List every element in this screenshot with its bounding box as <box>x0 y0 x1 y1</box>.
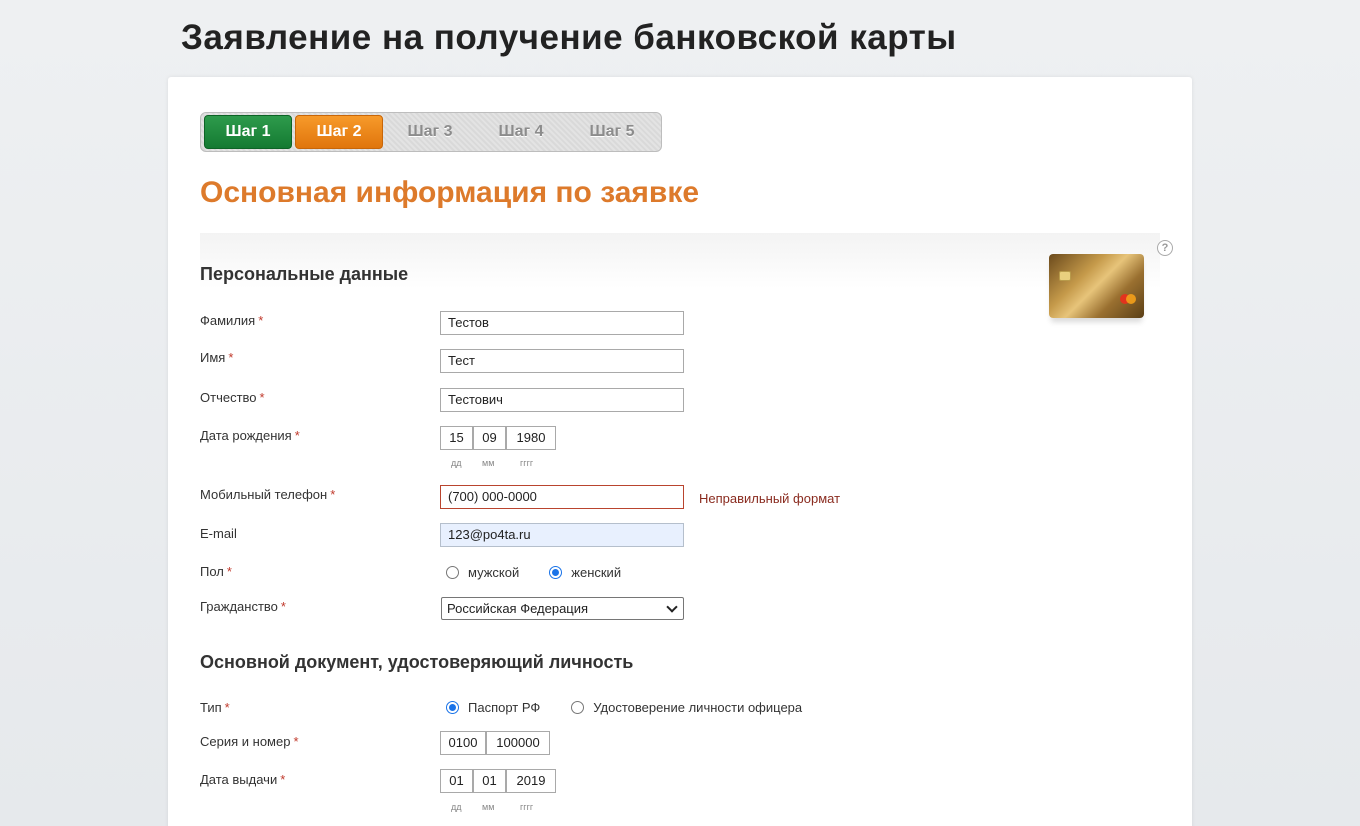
step-2[interactable]: Шаг 2 <box>295 115 383 149</box>
gender-label: Пол * <box>200 564 232 579</box>
birth-day-field[interactable]: 15 <box>440 426 473 450</box>
step-3: Шаг 3 <box>407 123 453 140</box>
step-progress: Шаг 1 Шаг 2 Шаг 3 Шаг 4 Шаг 5 <box>200 112 662 152</box>
issue-month-field[interactable]: 01 <box>473 769 506 793</box>
mastercard-logo-icon <box>1120 294 1136 304</box>
document-heading: Основной документ, удостоверяющий личнос… <box>200 652 634 672</box>
gender-male-label[interactable]: мужской <box>468 565 519 580</box>
birth-day-hint: дд <box>451 458 462 468</box>
personal-data-heading: Персональные данные <box>200 264 409 284</box>
section-title: Основная информация по заявке <box>200 176 700 209</box>
patronymic-label: Отчество * <box>200 390 265 405</box>
doc-type-passport-radio[interactable] <box>446 701 459 714</box>
email-field[interactable]: 123@po4ta.ru <box>440 523 684 547</box>
issue-year-hint: гггг <box>520 802 534 812</box>
card-chip-icon <box>1059 271 1071 281</box>
bank-card-image <box>1049 254 1144 318</box>
issue-day-field[interactable]: 01 <box>440 769 473 793</box>
citizenship-label: Гражданство * <box>200 599 286 614</box>
name-field[interactable]: Тест <box>440 349 684 373</box>
doc-series-field[interactable]: 0100 <box>440 731 486 755</box>
birth-year-field[interactable]: 1980 <box>506 426 556 450</box>
issue-month-hint: мм <box>482 802 495 812</box>
step-1[interactable]: Шаг 1 <box>204 115 292 149</box>
doc-type-label: Тип * <box>200 700 230 715</box>
phone-label: Мобильный телефон * <box>200 487 336 502</box>
citizenship-selected-value: Российская Федерация <box>447 601 589 616</box>
name-label: Имя * <box>200 350 234 365</box>
doc-type-options: Паспорт РФ Удостоверение личности офицер… <box>446 700 802 715</box>
page-title: Заявление на получение банковской карты <box>181 18 957 57</box>
doc-type-officer-label[interactable]: Удостоверение личности офицера <box>593 700 802 715</box>
birth-year-hint: гггг <box>520 458 534 468</box>
issue-year-field[interactable]: 2019 <box>506 769 556 793</box>
application-panel: Шаг 1 Шаг 2 Шаг 3 Шаг 4 Шаг 5 Основная и… <box>168 77 1192 826</box>
help-icon[interactable]: ? <box>1157 240 1173 256</box>
surname-label: Фамилия * <box>200 313 264 328</box>
issue-day-hint: дд <box>451 802 462 812</box>
birth-month-hint: мм <box>482 458 495 468</box>
doc-type-officer-radio[interactable] <box>571 701 585 714</box>
citizenship-select[interactable]: Российская Федерация <box>441 597 684 620</box>
gender-female-label[interactable]: женский <box>571 565 621 580</box>
application-form: ? Персональные данные Фамилия * Тестов Им… <box>200 233 1173 826</box>
patronymic-field[interactable]: Тестович <box>440 388 684 412</box>
birth-month-field[interactable]: 09 <box>473 426 506 450</box>
step-5: Шаг 5 <box>589 123 635 140</box>
issue-date-label: Дата выдачи * <box>200 772 286 787</box>
gender-options: мужской женский <box>446 565 621 580</box>
phone-field[interactable]: (700) 000-0000 <box>440 485 684 509</box>
gender-female-radio[interactable] <box>549 566 563 579</box>
surname-field[interactable]: Тестов <box>440 311 684 335</box>
email-label: E-mail <box>200 526 237 541</box>
doc-number-label: Серия и номер * <box>200 734 299 749</box>
phone-error-message: Неправильный формат <box>699 491 841 506</box>
birthdate-label: Дата рождения * <box>200 428 300 443</box>
gender-male-radio[interactable] <box>446 566 459 579</box>
step-4: Шаг 4 <box>498 123 544 140</box>
chevron-down-icon <box>666 601 678 613</box>
doc-type-passport-label[interactable]: Паспорт РФ <box>468 700 540 715</box>
doc-number-field[interactable]: 100000 <box>486 731 550 755</box>
